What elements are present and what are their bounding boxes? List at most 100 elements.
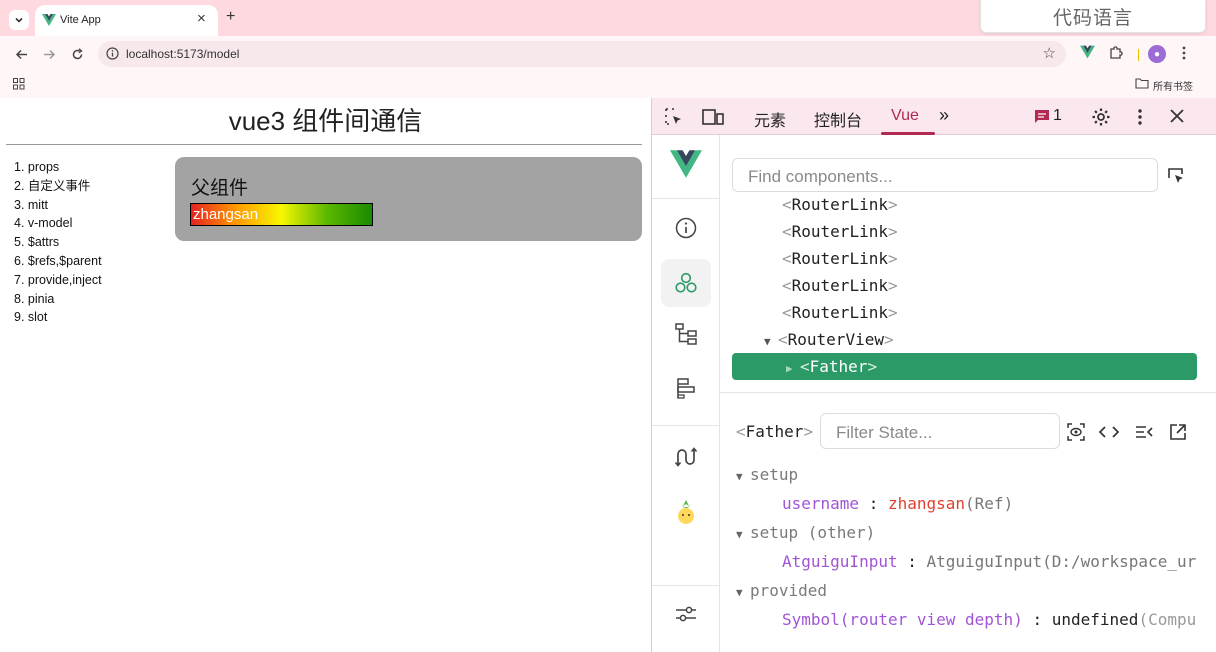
tag-open: <: [782, 195, 792, 214]
username-input[interactable]: zhangsan: [190, 203, 373, 226]
tag-close: >: [887, 249, 898, 268]
back-button[interactable]: [13, 46, 29, 62]
components-button[interactable]: [661, 259, 711, 307]
address-bar[interactable]: localhost:5173/model ☆: [98, 41, 1066, 67]
render-code-icon[interactable]: [1134, 422, 1154, 442]
router-button[interactable]: [669, 440, 703, 474]
browser-toolbar: localhost:5173/model ☆ ●: [0, 36, 1216, 72]
find-components-placeholder: Find components...: [748, 167, 893, 186]
bookmark-star-icon[interactable]: ☆: [1043, 44, 1056, 62]
expand-triangle-icon: ▼: [736, 528, 743, 541]
reload-icon: [72, 47, 83, 59]
site-info-icon[interactable]: [106, 47, 119, 60]
tab-title: Vite App: [60, 14, 101, 26]
page-viewport: vue3 组件间通信 1. props 2. 自定义事件 3. mitt 4. …: [0, 98, 651, 652]
nav-link[interactable]: 8. pinia: [14, 290, 102, 309]
title-divider: [6, 144, 642, 145]
info-icon: [675, 217, 697, 239]
expand-triangle-icon[interactable]: ▼: [764, 328, 778, 355]
extensions-puzzle-icon[interactable]: [1109, 45, 1124, 60]
device-toolbar-icon[interactable]: [702, 107, 724, 127]
tree-node[interactable]: <RouterLink>: [732, 195, 1197, 218]
state-section-provided[interactable]: ▼ provided: [736, 576, 1206, 605]
component-tree-button[interactable]: [669, 317, 703, 351]
tree-node[interactable]: <RouterLink>: [732, 272, 1197, 299]
issues-badge[interactable]: 1: [1034, 107, 1062, 125]
forward-button[interactable]: [41, 46, 57, 62]
page-title: vue3 组件间通信: [228, 106, 423, 136]
tag-open: <: [736, 422, 746, 441]
nav-link[interactable]: 3. mitt: [14, 196, 102, 215]
state-section-setup-other[interactable]: ▼ setup (other): [736, 518, 1206, 547]
overlay-label-box: 代码语言: [980, 0, 1206, 33]
devtools-tabbar: 元素 控制台 Vue » 1: [652, 98, 1216, 135]
select-component-icon[interactable]: [1166, 166, 1186, 186]
kebab-menu-icon[interactable]: [1136, 107, 1144, 127]
state-key: username: [782, 494, 860, 513]
settings-gear-icon[interactable]: [1091, 107, 1111, 127]
inspect-element-icon[interactable]: [664, 107, 684, 127]
open-in-editor-icon[interactable]: [1168, 422, 1188, 442]
username-input-value: zhangsan: [193, 206, 259, 223]
state-section-setup[interactable]: ▼ setup: [736, 460, 1206, 489]
active-tab-indicator: [881, 132, 935, 135]
nav-link[interactable]: 2. 自定义事件: [14, 177, 102, 196]
vue-devtools-extension-icon[interactable]: [1080, 45, 1095, 59]
more-tabs-icon[interactable]: »: [939, 105, 949, 126]
tab-vue[interactable]: Vue: [891, 107, 919, 125]
tab-elements[interactable]: 元素: [754, 107, 786, 131]
rail-divider: [652, 585, 720, 586]
tree-node-selected[interactable]: ▶ <Father>: [732, 353, 1197, 380]
tree-node-name: RouterLink: [791, 249, 888, 268]
apps-grid-icon[interactable]: [13, 78, 25, 90]
filter-state-input[interactable]: Filter State...: [820, 413, 1060, 449]
url-text[interactable]: localhost:5173/model: [126, 47, 239, 61]
new-tab-button[interactable]: +: [226, 9, 235, 25]
tag-open: <: [782, 222, 792, 241]
tag-close: >: [887, 195, 898, 214]
nav-link[interactable]: 9. slot: [14, 308, 102, 327]
inspected-component-label: Father: [745, 422, 804, 441]
tree-node[interactable]: <RouterLink>: [732, 245, 1197, 272]
nav-link[interactable]: 5. $attrs: [14, 233, 102, 252]
devtools-settings-button[interactable]: [669, 597, 703, 631]
tree-node[interactable]: ▼ <RouterView>: [732, 326, 1197, 353]
state-value[interactable]: zhangsan: [888, 494, 965, 513]
kebab-menu-icon[interactable]: [1180, 45, 1188, 61]
tree-icon: [675, 323, 697, 345]
tag-close: >: [883, 330, 894, 349]
close-icon[interactable]: [1168, 107, 1186, 125]
collapse-triangle-icon[interactable]: ▶: [786, 355, 800, 382]
code-brackets-icon[interactable]: [1098, 422, 1120, 442]
tab-search-button[interactable]: [9, 10, 29, 30]
tab-console[interactable]: 控制台: [814, 107, 862, 131]
state-row-username[interactable]: username : zhangsan(Ref): [736, 489, 1206, 518]
overview-button[interactable]: [669, 211, 703, 245]
scroll-to-component-icon[interactable]: [1066, 422, 1086, 442]
pinia-pineapple-icon: [678, 500, 694, 524]
tag-open: <: [800, 357, 810, 376]
tree-node[interactable]: <RouterLink>: [732, 218, 1197, 245]
toolbar-separator: [1138, 49, 1139, 61]
all-bookmarks-link[interactable]: 所有书签: [1153, 78, 1193, 93]
tree-node-name: RouterLink: [791, 303, 888, 322]
state-value: undefined: [1051, 610, 1139, 629]
devtools-panel: 元素 控制台 Vue » 1 Find components... <Route…: [651, 98, 1216, 652]
tree-node[interactable]: <RouterLink>: [732, 299, 1197, 326]
state-type: (Ref): [965, 494, 1014, 513]
nav-link[interactable]: 4. v-model: [14, 214, 102, 233]
timeline-button[interactable]: [669, 371, 703, 405]
pinia-button[interactable]: [669, 495, 703, 529]
profile-avatar[interactable]: ●: [1148, 45, 1166, 63]
state-row-atguigu-input[interactable]: AtguiguInput : AtguiguInput(D:/workspace…: [736, 547, 1206, 576]
reload-button[interactable]: [69, 46, 85, 62]
vue-logo-icon: [42, 14, 56, 26]
nav-link[interactable]: 1. props: [14, 158, 102, 177]
close-tab-icon[interactable]: ×: [197, 11, 206, 26]
nav-link[interactable]: 6. $refs,$parent: [14, 252, 102, 271]
state-row-symbol[interactable]: Symbol(router view depth) : undefined(Co…: [736, 605, 1206, 634]
find-components-input[interactable]: Find components...: [732, 158, 1158, 192]
vue-logo-button[interactable]: [669, 147, 703, 181]
browser-tab[interactable]: Vite App ×: [35, 5, 218, 36]
nav-link[interactable]: 7. provide,inject: [14, 271, 102, 290]
